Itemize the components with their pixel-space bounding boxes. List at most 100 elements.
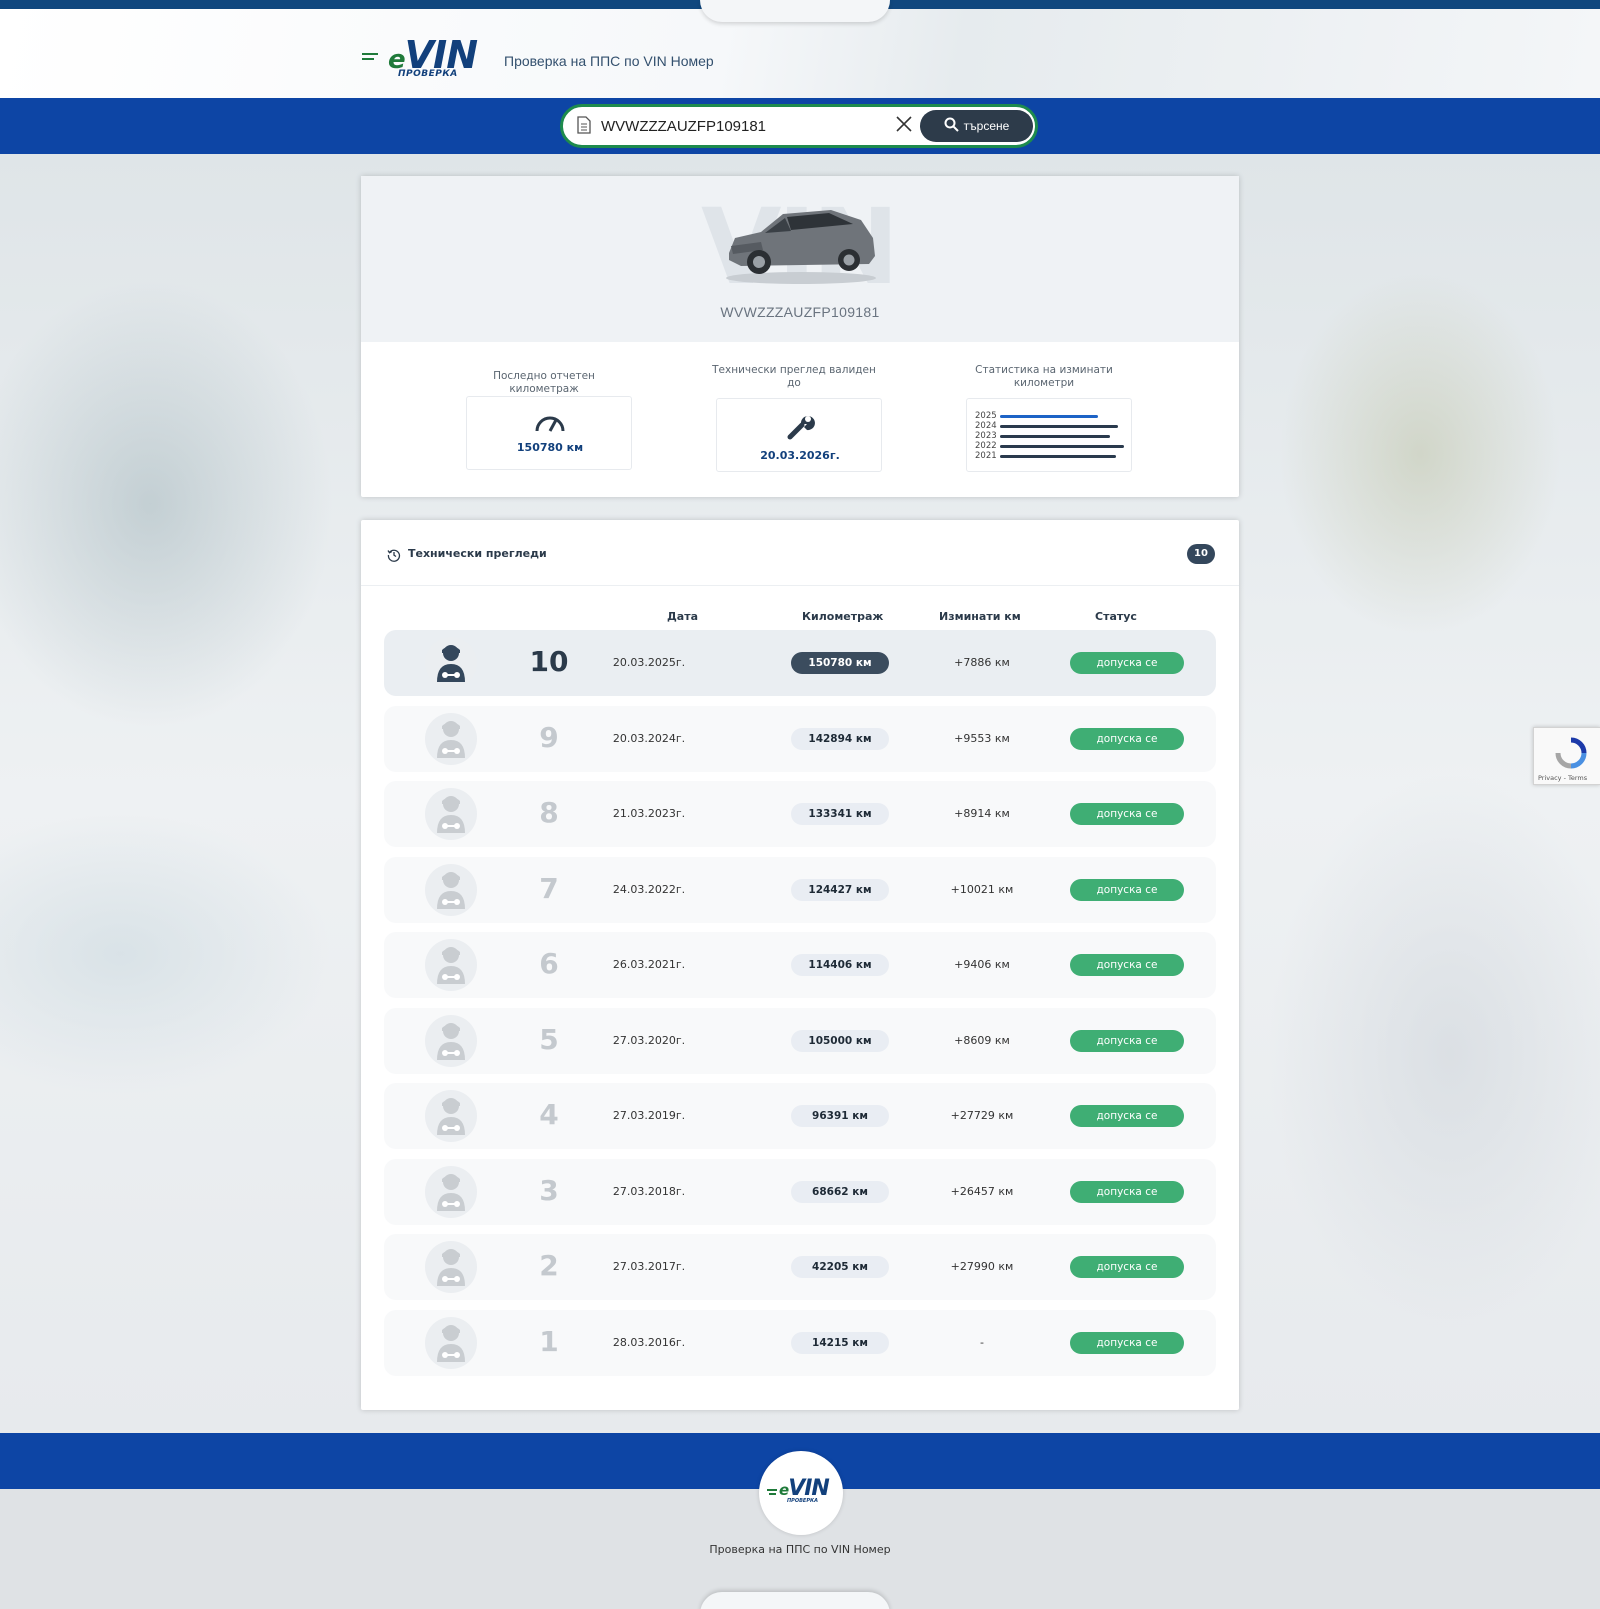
column-travelled: Изминати км (939, 610, 1021, 623)
inspection-mileage-badge: 142894 км (791, 727, 889, 750)
inspection-km-travelled: +9553 км (954, 731, 1010, 745)
inspection-km-travelled: +10021 км (950, 882, 1014, 896)
inspection-number: 7 (539, 871, 559, 905)
km-statistics-chart[interactable]: 2025 2024 2023 2022 2021 (966, 398, 1132, 472)
mechanic-avatar-icon (425, 939, 477, 991)
chart-bar (1000, 445, 1124, 448)
inspection-number: 5 (539, 1022, 559, 1056)
site-logo[interactable]: eVIN ПРОВЕРКА (362, 33, 482, 83)
inspection-row[interactable]: 5 27.03.2020г. 105000 км +8609 км допуска се (384, 1007, 1216, 1074)
inspection-number: 9 (539, 720, 559, 754)
top-tab (700, 0, 890, 22)
inspection-date: 27.03.2018г. (612, 1184, 686, 1198)
inspections-title: Технически прегледи (408, 547, 547, 560)
inspection-km-travelled: +8609 км (954, 1033, 1010, 1047)
inspections-count-badge: 10 (1187, 544, 1215, 564)
inspection-number: 6 (539, 947, 559, 980)
inspection-mileage-badge: 42205 км (791, 1256, 889, 1278)
footer-logo[interactable]: eVIN ПРОВЕРКА (759, 1451, 843, 1535)
inspection-valid-label: Технически преглед валиден до (712, 364, 876, 389)
inspection-mileage-badge: 105000 км (791, 1029, 889, 1052)
mechanic-avatar-icon (425, 863, 477, 916)
inspection-km-travelled: +27729 км (950, 1109, 1014, 1122)
search-bar: търсене (560, 104, 1038, 148)
inspection-number: 10 (529, 645, 569, 678)
chart-year-label: 2021 (975, 451, 997, 461)
chart-bar (1000, 415, 1098, 418)
search-button[interactable]: търсене (920, 110, 1033, 142)
inspection-km-travelled: +26457 км (950, 1184, 1014, 1198)
inspection-status-badge: допуска се (1070, 878, 1184, 901)
inspection-row[interactable]: 1 28.03.2016г. 14215 км - допуска се (384, 1309, 1216, 1376)
inspection-row[interactable]: 6 26.03.2021г. 114406 км +9406 км допуска се (384, 932, 1216, 998)
inspection-status-badge: допуска се (1070, 727, 1184, 750)
inspection-date: 20.03.2024г. (612, 731, 686, 745)
inspection-status-badge: допуска се (1070, 1256, 1184, 1278)
chart-year-label: 2024 (975, 421, 997, 431)
column-mileage: Километраж (802, 610, 884, 623)
mechanic-avatar-icon (425, 788, 477, 840)
km-statistics-label: Статистика на изминати километри (975, 364, 1113, 389)
site-header: eVIN ПРОВЕРКА Проверка на ППС по VIN Ном… (0, 9, 1600, 98)
inspection-km-travelled: +27990 км (950, 1260, 1014, 1273)
mechanic-avatar-icon (425, 712, 477, 765)
inspection-km-travelled: +7886 км (954, 656, 1010, 669)
chart-year-labels: 2025 2024 2023 2022 2021 (975, 411, 997, 461)
inspection-row[interactable]: 3 27.03.2018г. 68662 км +26457 км допуска се (384, 1158, 1216, 1225)
inspection-date: 21.03.2023г. (612, 807, 686, 820)
inspection-row[interactable]: 7 24.03.2022г. 124427 км +10021 км допуска с… (384, 856, 1216, 923)
vehicle-hero: VIN WVWZZZAUZFP109181 (361, 176, 1239, 342)
inspection-mileage-badge: 114406 км (791, 954, 889, 976)
inspection-number: 1 (539, 1324, 559, 1358)
vin-search-input[interactable] (601, 112, 891, 140)
inspection-status-badge: допуска се (1070, 1331, 1184, 1354)
last-mileage-stat: Последно отчетен километраж (461, 370, 627, 396)
wrench-icon (784, 411, 816, 447)
inspection-row[interactable]: 2 27.03.2017г. 42205 км +27990 км допуска се (384, 1234, 1216, 1300)
inspection-km-travelled: - (980, 1335, 984, 1349)
bottom-tab (700, 1592, 890, 1609)
inspection-valid-box: 20.03.2026г. (716, 398, 882, 472)
km-statistics-stat: Статистика на изминати километри (961, 364, 1127, 390)
vehicle-vin: WVWZZZAUZFP109181 (720, 304, 880, 320)
chart-year-label: 2022 (975, 441, 997, 451)
inspections-card: Технически прегледи 10 Дата Километраж И… (361, 520, 1239, 1410)
mechanic-avatar-icon (425, 1165, 477, 1218)
inspection-row[interactable]: 10 20.03.2025г. 150780 км +7886 км допуска с… (384, 630, 1216, 696)
column-status: Статус (1095, 610, 1137, 623)
logo-speed-lines (362, 53, 378, 63)
footer-logo-mark: eVIN ПРОВЕРКА (767, 1476, 837, 1509)
inspection-km-travelled: +9406 км (954, 958, 1010, 971)
inspection-number: 4 (539, 1098, 559, 1131)
recaptcha-links: Privacy - Terms (1538, 774, 1588, 782)
inspection-row[interactable]: 4 27.03.2019г. 96391 км +27729 км допуска се (384, 1083, 1216, 1149)
inspection-date: 24.03.2022г. (612, 882, 686, 896)
mechanic-avatar-icon (425, 1090, 477, 1142)
mechanic-avatar-icon (425, 1241, 477, 1293)
inspection-mileage-badge: 133341 км (791, 803, 889, 825)
search-button-label: търсене (963, 119, 1010, 133)
mechanic-avatar-icon (425, 637, 477, 689)
vehicle-summary-card: VIN WVWZZZAUZFP109181 Последно отчетен к… (361, 176, 1239, 497)
inspection-number: 2 (539, 1249, 559, 1282)
clear-icon[interactable] (895, 115, 913, 137)
inspection-row[interactable]: 9 20.03.2024г. 142894 км +9553 км допуска се (384, 705, 1216, 772)
column-date: Дата (667, 610, 699, 623)
inspection-number: 3 (539, 1173, 559, 1207)
inspection-row[interactable]: 8 21.03.2023г. 133341 км +8914 км допуска се (384, 781, 1216, 847)
inspection-status-badge: допуска се (1070, 1180, 1184, 1203)
inspection-date: 20.03.2025г. (612, 656, 686, 669)
inspection-date: 27.03.2019г. (612, 1109, 686, 1122)
recaptcha-icon (1554, 736, 1588, 774)
chart-year-label: 2025 (975, 411, 997, 421)
inspection-mileage-badge: 150780 км (791, 652, 889, 674)
inspection-status-badge: допуска се (1070, 1029, 1184, 1052)
inspection-number: 8 (539, 796, 559, 829)
last-mileage-value: 150780 км (516, 441, 584, 454)
last-mileage-label: Последно отчетен километраж (493, 370, 595, 395)
chart-bar (1000, 425, 1118, 428)
inspection-mileage-badge: 14215 км (791, 1331, 889, 1354)
header-title: Проверка на ППС по VIN Номер (504, 53, 714, 69)
inspection-date: 26.03.2021г. (612, 958, 686, 971)
recaptcha-badge[interactable]: Privacy - Terms (1533, 727, 1600, 785)
